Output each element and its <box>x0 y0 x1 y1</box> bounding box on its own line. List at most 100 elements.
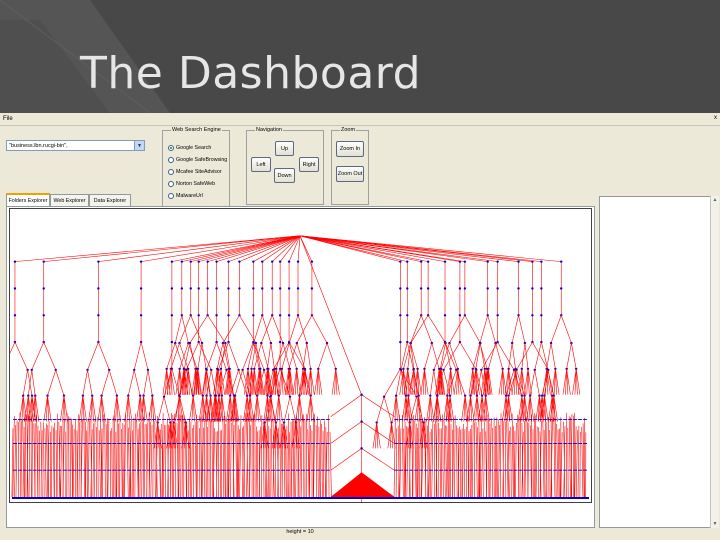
tree-edge <box>330 421 362 444</box>
navigation-group: Navigation Up Left Right Down <box>246 127 324 205</box>
nav-up-button[interactable]: Up <box>275 141 294 156</box>
tree-edge <box>550 343 556 369</box>
nav-right-button[interactable]: Right <box>299 157 319 172</box>
tree-edge <box>553 417 556 498</box>
tree-edge <box>261 315 273 344</box>
tree-edge <box>487 315 496 344</box>
tree-node <box>197 260 200 263</box>
close-icon[interactable]: x <box>714 115 717 121</box>
tree-node <box>486 287 489 290</box>
tree-edge <box>508 343 513 369</box>
tree-node <box>458 287 462 290</box>
radio-mcafee-siteadvisor[interactable]: Mcafee SiteAdvisor <box>168 167 222 176</box>
tree-node <box>278 314 282 317</box>
tree-edge <box>31 369 36 396</box>
tree-edge <box>414 421 417 498</box>
radio-google-safebrowsing[interactable]: Google SafeBrowsing <box>168 155 227 164</box>
tree-edge <box>198 341 212 371</box>
tree-edge <box>239 415 242 498</box>
tree-edge <box>281 343 290 369</box>
tree-edge <box>181 414 183 498</box>
nav-down-button[interactable]: Down <box>274 168 295 183</box>
tree-edge <box>495 343 503 369</box>
tree-edge <box>132 417 135 498</box>
radio-icon[interactable] <box>168 156 174 163</box>
tree-edge <box>12 415 15 498</box>
tree-node <box>13 260 17 263</box>
url-dropdown[interactable]: "business.lbn.rucgi-bin", ▼ <box>6 140 145 151</box>
tree-edge <box>19 412 21 498</box>
tree-edge <box>498 424 500 498</box>
scroll-down-icon[interactable]: ▼ <box>711 520 719 528</box>
tree-edge <box>288 315 299 344</box>
zoom-in-button[interactable]: Zoom In <box>336 141 364 157</box>
zoom-out-button[interactable]: Zoom Out <box>336 166 364 182</box>
tree-edge <box>321 424 323 498</box>
tree-edge <box>420 315 433 344</box>
tree-edge <box>299 235 562 262</box>
tree-edge <box>222 420 225 498</box>
tree-node <box>252 314 255 317</box>
tree-edge <box>43 341 57 371</box>
tree-edge <box>44 428 47 498</box>
tree-node <box>419 314 423 317</box>
tree-edge <box>534 369 540 396</box>
tree-edge <box>439 428 441 498</box>
tree-edge <box>180 415 182 498</box>
tree-node <box>189 287 192 290</box>
side-list-panel[interactable] <box>599 196 711 528</box>
tree-node <box>206 287 209 290</box>
tree-edge <box>242 341 254 371</box>
tree-edge <box>462 423 464 498</box>
radio-google-search[interactable]: Google Search <box>168 143 211 152</box>
tab-folders-explorer[interactable]: Folders Explorer <box>6 193 50 206</box>
tree-edge <box>577 425 580 498</box>
tree-edge <box>200 416 202 498</box>
radio-icon[interactable] <box>168 180 174 187</box>
tree-edge <box>477 427 479 498</box>
tree-edge <box>261 415 263 498</box>
tree-edge <box>393 417 396 498</box>
tree-edge <box>571 343 577 369</box>
tree-edge <box>128 427 130 498</box>
chevron-down-icon[interactable]: ▼ <box>134 141 144 150</box>
tree-edge <box>147 369 153 396</box>
tree-node <box>310 314 314 317</box>
radio-icon[interactable] <box>168 192 174 199</box>
tree-edge <box>101 369 110 396</box>
tree-node <box>278 260 282 263</box>
tree-edge <box>92 423 94 498</box>
tree-edge <box>283 396 291 423</box>
tree-node <box>189 314 192 317</box>
tree-edge <box>43 422 45 498</box>
tree-edge <box>196 420 199 498</box>
scroll-up-icon[interactable]: ▲ <box>711 196 719 204</box>
tree-node <box>180 287 184 290</box>
tree-edge <box>228 420 231 498</box>
side-scrollbar[interactable]: ▲ ▼ <box>710 196 719 528</box>
radio-selected-icon[interactable] <box>168 144 174 151</box>
tree-edge <box>515 422 517 498</box>
folder-tree-canvas[interactable] <box>9 208 592 503</box>
tree-edge <box>471 421 474 498</box>
tree-edge <box>299 426 302 498</box>
radio-malwareurl[interactable]: MalwareUrl <box>168 191 203 200</box>
tree-node <box>97 314 100 317</box>
tree-edge <box>216 431 218 498</box>
tree-edge <box>464 315 481 344</box>
zoom-legend: Zoom <box>341 127 356 133</box>
tree-edge <box>143 369 149 396</box>
tree-edge <box>194 421 197 498</box>
nav-left-button[interactable]: Left <box>251 157 271 172</box>
tree-edge <box>467 414 469 498</box>
tab-web-explorer[interactable]: Web Explorer <box>50 194 89 206</box>
radio-icon[interactable] <box>168 168 174 175</box>
tree-node <box>560 287 563 290</box>
tab-data-explorer[interactable]: Data Explorer <box>89 194 131 206</box>
menu-file[interactable]: File <box>3 116 13 122</box>
radio-norton-safeweb[interactable]: Norton SafeWeb <box>168 179 215 188</box>
tree-edge <box>296 342 306 369</box>
tree-node <box>531 287 534 290</box>
tree-edge <box>403 428 405 498</box>
tree-edge <box>313 413 316 498</box>
